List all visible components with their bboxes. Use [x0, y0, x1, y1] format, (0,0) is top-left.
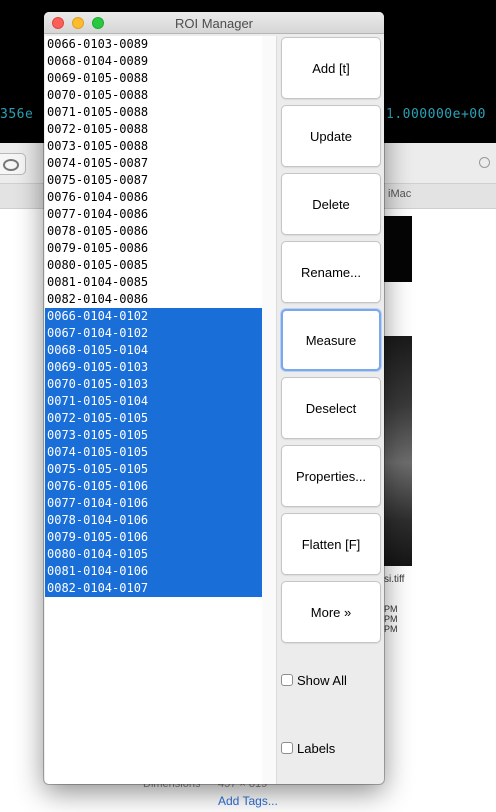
roi-list-item[interactable]: 0071-0105-0104 — [45, 393, 262, 410]
deselect-button[interactable]: Deselect — [281, 377, 381, 439]
roi-list-item[interactable]: 0079-0105-0086 — [45, 240, 262, 257]
background-file-name: si.tiff — [384, 574, 405, 585]
roi-list-item[interactable]: 0075-0105-0087 — [45, 172, 262, 189]
roi-list-item[interactable]: 0080-0105-0085 — [45, 257, 262, 274]
roi-list-item[interactable]: 0081-0104-0085 — [45, 274, 262, 291]
update-button[interactable]: Update — [281, 105, 381, 167]
roi-list-item[interactable]: 0072-0105-0105 — [45, 410, 262, 427]
roi-list-item[interactable]: 0078-0105-0086 — [45, 223, 262, 240]
flatten-button[interactable]: Flatten [F] — [281, 513, 381, 575]
labels-checkbox-row[interactable]: Labels — [281, 740, 335, 756]
roi-list-item[interactable]: 0074-0105-0087 — [45, 155, 262, 172]
roi-list-item[interactable]: 0081-0104-0106 — [45, 563, 262, 580]
roi-list-item[interactable]: 0075-0105-0105 — [45, 461, 262, 478]
roi-list-item[interactable]: 0082-0104-0086 — [45, 291, 262, 308]
show-all-checkbox[interactable] — [281, 674, 293, 686]
search-icon[interactable] — [479, 157, 490, 168]
add-tags-link[interactable]: Add Tags... — [218, 794, 278, 808]
roi-list-item[interactable]: 0074-0105-0105 — [45, 444, 262, 461]
background-image-thumbnail — [384, 216, 412, 282]
roi-list-item[interactable]: 0073-0105-0088 — [45, 138, 262, 155]
roi-list-item[interactable]: 0076-0105-0106 — [45, 478, 262, 495]
roi-manager-window: ROI Manager 0066-0103-0089 0068-0104-0089… — [44, 12, 384, 784]
roi-list-item[interactable]: 0069-0105-0103 — [45, 359, 262, 376]
background-time: PM — [384, 614, 398, 624]
roi-list-items: 0066-0103-0089 0068-0104-0089 0069-0105-00… — [45, 36, 262, 597]
rename-button[interactable]: Rename... — [281, 241, 381, 303]
measure-button[interactable]: Measure — [281, 309, 381, 371]
window-title: ROI Manager — [174, 16, 254, 31]
roi-list-item[interactable]: 0069-0105-0088 — [45, 70, 262, 87]
roi-list-scrollbar[interactable] — [262, 36, 277, 784]
terminal-text-right: 1.000000e+00 — [386, 107, 486, 122]
roi-list-item[interactable]: 0067-0104-0102 — [45, 325, 262, 342]
background-image-preview — [384, 336, 412, 566]
show-all-checkbox-row[interactable]: Show All — [281, 672, 347, 688]
show-all-label: Show All — [297, 672, 347, 688]
labels-checkbox[interactable] — [281, 742, 293, 754]
roi-list-item[interactable]: 0068-0104-0089 — [45, 53, 262, 70]
background-time: PM — [384, 624, 398, 634]
roi-list-item[interactable]: 0070-0105-0103 — [45, 376, 262, 393]
roi-list[interactable]: 0066-0103-0089 0068-0104-0089 0069-0105-00… — [45, 36, 263, 784]
background-tab-label[interactable]: iMac — [388, 188, 411, 200]
roi-list-item[interactable]: 0066-0103-0089 — [45, 36, 262, 53]
roi-list-item[interactable]: 0080-0104-0105 — [45, 546, 262, 563]
roi-list-item[interactable]: 0070-0105-0088 — [45, 87, 262, 104]
roi-list-item[interactable]: 0077-0104-0106 — [45, 495, 262, 512]
roi-list-item[interactable]: 0082-0104-0107 — [45, 580, 262, 597]
roi-list-item[interactable]: 0077-0104-0086 — [45, 206, 262, 223]
roi-list-item[interactable]: 0079-0105-0106 — [45, 529, 262, 546]
roi-list-item[interactable]: 0076-0104-0086 — [45, 189, 262, 206]
delete-button[interactable]: Delete — [281, 173, 381, 235]
terminal-text-left: 356e — [0, 107, 34, 122]
labels-label: Labels — [297, 740, 336, 756]
roi-list-item[interactable]: 0073-0105-0105 — [45, 427, 262, 444]
roi-list-item[interactable]: 0078-0104-0106 — [45, 512, 262, 529]
roi-list-item[interactable]: 0068-0105-0104 — [45, 342, 262, 359]
roi-list-item[interactable]: 0072-0105-0088 — [45, 121, 262, 138]
more-button[interactable]: More » — [281, 581, 381, 643]
add-button[interactable]: Add [t] — [281, 37, 381, 99]
background-time: PM — [384, 604, 398, 614]
eye-icon[interactable] — [0, 153, 26, 175]
roi-list-item[interactable]: 0066-0104-0102 — [45, 308, 262, 325]
roi-list-item[interactable]: 0071-0105-0088 — [45, 104, 262, 121]
title-bar[interactable]: ROI Manager — [44, 12, 384, 34]
properties-button[interactable]: Properties... — [281, 445, 381, 507]
